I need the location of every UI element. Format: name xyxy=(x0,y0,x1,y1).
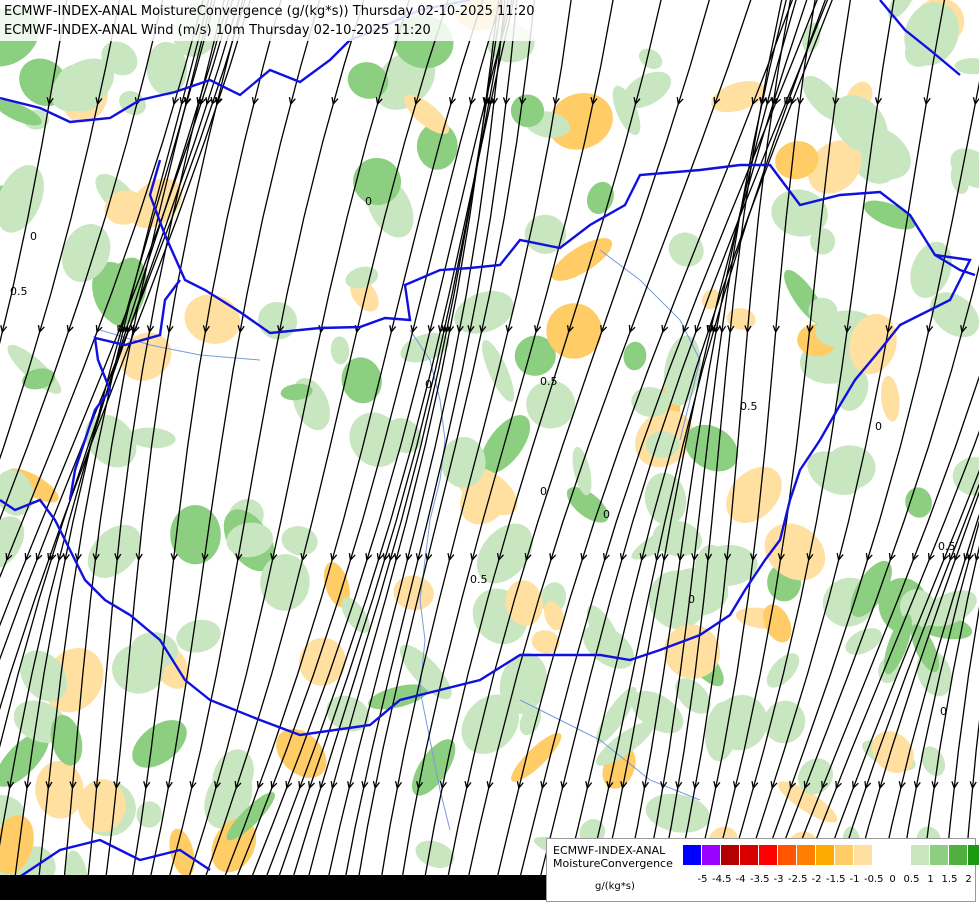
contour-label: 0.5 xyxy=(470,573,488,586)
legend-swatch xyxy=(968,845,979,865)
legend-tick-label: -2.5 xyxy=(788,874,807,885)
contour-label: 0.5 xyxy=(740,400,758,413)
map-title-wind: ECMWF-INDEX-ANAL Wind (m/s) 10m Thursday… xyxy=(4,21,535,40)
color-legend: ECMWF-INDEX-ANAL MoistureConvergence g/(… xyxy=(546,838,976,902)
legend-swatch xyxy=(816,845,835,865)
legend-swatch xyxy=(949,845,968,865)
legend-tick-label: -0.5 xyxy=(864,874,883,885)
legend-tick-label: -1.5 xyxy=(826,874,845,885)
legend-tick-label: 0 xyxy=(883,874,902,885)
legend-swatch xyxy=(892,845,911,865)
legend-swatches xyxy=(683,845,979,865)
legend-swatch xyxy=(911,845,930,865)
legend-tick-label: -4 xyxy=(731,874,750,885)
legend-tick-label: -5 xyxy=(693,874,712,885)
legend-tick-label: 0.5 xyxy=(902,874,921,885)
contour-label: 0 xyxy=(425,378,432,391)
legend-ticks: -5-4.5-4-3.5-3-2.5-2-1.5-1-0.500.511.52 xyxy=(693,874,978,885)
legend-swatch xyxy=(854,845,873,865)
contour-label: 0.5 xyxy=(938,540,956,553)
contour-label: 0 xyxy=(688,593,695,606)
legend-tick-label: 1.5 xyxy=(940,874,959,885)
legend-swatch xyxy=(797,845,816,865)
legend-swatch xyxy=(873,845,892,865)
legend-title: ECMWF-INDEX-ANAL MoistureConvergence xyxy=(553,844,673,870)
contour-label: 0 xyxy=(540,485,547,498)
legend-swatch xyxy=(835,845,854,865)
field-patch xyxy=(646,432,680,458)
contour-label: 0 xyxy=(30,230,37,243)
contour-label: 0.5 xyxy=(10,285,28,298)
legend-swatch xyxy=(683,845,702,865)
contour-label: 0 xyxy=(365,195,372,208)
legend-tick-label: -4.5 xyxy=(712,874,731,885)
bottom-bar xyxy=(0,875,560,900)
contour-label: 0 xyxy=(940,705,947,718)
map-title-box: ECMWF-INDEX-ANAL MoistureConvergence (g/… xyxy=(0,0,539,41)
legend-tick-label: -3 xyxy=(769,874,788,885)
legend-swatch xyxy=(930,845,949,865)
legend-tick-label: -3.5 xyxy=(750,874,769,885)
legend-swatch xyxy=(721,845,740,865)
legend-title-line2: MoistureConvergence xyxy=(553,857,673,870)
legend-title-line1: ECMWF-INDEX-ANAL xyxy=(553,844,673,857)
legend-tick-label: -1 xyxy=(845,874,864,885)
contour-label: 0.5 xyxy=(540,375,558,388)
legend-swatch xyxy=(778,845,797,865)
contour-label: 0 xyxy=(603,508,610,521)
legend-tick-label: 1 xyxy=(921,874,940,885)
legend-swatch xyxy=(740,845,759,865)
legend-swatch xyxy=(702,845,721,865)
contour-label: 0 xyxy=(875,420,882,433)
legend-tick-label: -2 xyxy=(807,874,826,885)
map-title-moisture: ECMWF-INDEX-ANAL MoistureConvergence (g/… xyxy=(4,2,535,21)
weather-map: 00.5000.5000.500.500.50 xyxy=(0,0,979,900)
legend-swatch xyxy=(759,845,778,865)
legend-tick-label: 2 xyxy=(959,874,978,885)
legend-unit: g/(kg*s) xyxy=(595,881,635,892)
